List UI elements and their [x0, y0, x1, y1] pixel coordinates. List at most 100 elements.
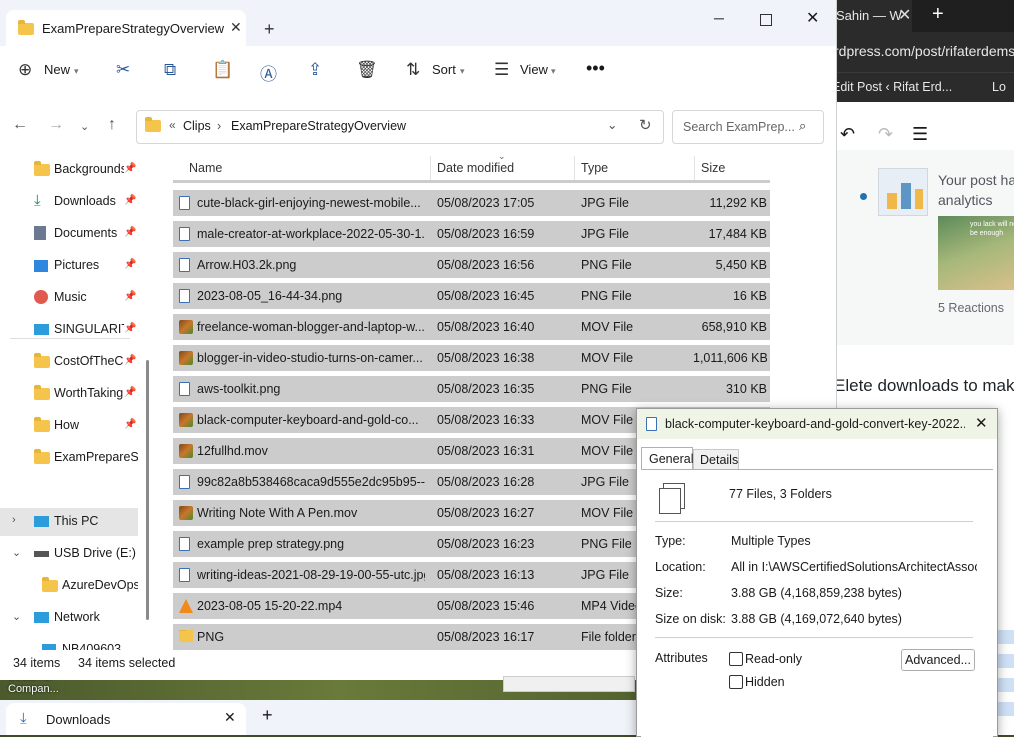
- cut-icon[interactable]: ✂: [116, 60, 130, 80]
- column-header-date[interactable]: Date modified: [437, 161, 514, 175]
- redo-icon[interactable]: ↷: [878, 124, 893, 145]
- recent-locations-icon[interactable]: ⌄: [80, 120, 89, 133]
- breadcrumb-current-folder[interactable]: ExamPrepareStrategyOverview: [231, 119, 406, 133]
- file-type: JPG File: [581, 475, 629, 489]
- tab-exam-prepare[interactable]: ExamPrepareStrategyOverview ✕: [6, 10, 246, 46]
- sidebar-item-backgrounds[interactable]: Backgrounds 📌: [0, 156, 138, 184]
- copy-icon[interactable]: ⧉: [164, 60, 176, 80]
- pin-icon[interactable]: 📌: [124, 387, 136, 398]
- table-row[interactable]: 2023-08-05_16-44-34.png 05/08/2023 16:45 P…: [173, 283, 770, 309]
- breadcrumb-overflow[interactable]: «: [169, 118, 176, 132]
- readonly-checkbox[interactable]: [729, 652, 743, 666]
- back-icon[interactable]: ←: [12, 116, 28, 134]
- sidebar-item-music[interactable]: Music 📌: [0, 284, 138, 312]
- search-input[interactable]: Search ExamPrep... ⌕: [672, 110, 824, 144]
- pin-icon[interactable]: 📌: [124, 291, 136, 302]
- advanced-button[interactable]: Advanced...: [901, 649, 975, 671]
- pin-icon[interactable]: 📌: [124, 323, 136, 334]
- rename-icon[interactable]: Ⓐ: [260, 60, 277, 85]
- sidebar-item-costoftheco[interactable]: CostOfTheCo 📌: [0, 348, 138, 376]
- sidebar-item-how[interactable]: How 📌: [0, 412, 138, 440]
- chevron-down-icon[interactable]: ⌄: [12, 546, 21, 559]
- table-row[interactable]: cute-black-girl-enjoying-newest-mobile..…: [173, 190, 770, 216]
- minimize-button[interactable]: ─: [714, 10, 724, 26]
- close-icon[interactable]: ✕: [230, 19, 242, 36]
- hidden-label[interactable]: Hidden: [745, 675, 785, 689]
- sort-button[interactable]: Sort: [432, 62, 456, 77]
- table-row[interactable]: male-creator-at-workplace-2022-05-30-1..…: [173, 221, 770, 247]
- file-name: 2023-08-05_16-44-34.png: [197, 289, 343, 303]
- column-header-size[interactable]: Size: [701, 161, 725, 175]
- table-row[interactable]: blogger-in-video-studio-turns-on-camer..…: [173, 345, 770, 371]
- column-divider[interactable]: [430, 156, 431, 182]
- pin-icon[interactable]: 📌: [124, 419, 136, 430]
- horizontal-scrollbar[interactable]: [503, 676, 635, 692]
- table-row[interactable]: aws-toolkit.png 05/08/2023 16:35 PNG File 3…: [173, 376, 770, 402]
- sidebar-item-singularity[interactable]: SINGULARITY📌: [0, 316, 138, 344]
- sidebar-item-documents[interactable]: Documents 📌: [0, 220, 138, 248]
- reactions-count[interactable]: 5 Reactions: [938, 301, 1004, 315]
- window-close-button[interactable]: ✕: [806, 8, 819, 28]
- sidebar-item-downloads[interactable]: ⤓ Downloads 📌: [0, 188, 138, 216]
- tab-details[interactable]: Details: [693, 449, 739, 471]
- share-icon[interactable]: ⇪: [308, 60, 322, 80]
- forward-icon[interactable]: →: [48, 116, 64, 134]
- table-row[interactable]: Arrow.H03.2k.png 05/08/2023 16:56 PNG File…: [173, 252, 770, 278]
- new-tab-button[interactable]: +: [264, 19, 275, 40]
- notification-text[interactable]: Your post ha analytics: [938, 170, 1014, 210]
- sidebar-item-usb-drive[interactable]: ⌄ USB Drive (E:): [0, 540, 138, 568]
- breadcrumb-clips[interactable]: Clips: [183, 119, 211, 133]
- pin-icon[interactable]: 📌: [124, 227, 136, 238]
- browser-address-bar[interactable]: rdpress.com/post/rifaterdems: [820, 32, 1014, 72]
- address-bar[interactable]: « Clips › ExamPrepareStrategyOverview ⌄ …: [136, 110, 664, 144]
- nav-scrollbar[interactable]: [146, 360, 149, 620]
- pin-icon[interactable]: 📌: [124, 355, 136, 366]
- chevron-down-icon[interactable]: ⌄: [12, 610, 21, 623]
- sidebar-item-pictures[interactable]: Pictures 📌: [0, 252, 138, 280]
- view-button[interactable]: View: [520, 62, 548, 77]
- new-tab-button[interactable]: +: [262, 705, 273, 726]
- chevron-right-icon[interactable]: ›: [217, 119, 221, 133]
- column-divider[interactable]: [574, 156, 575, 182]
- file-icon: [179, 537, 193, 551]
- close-icon[interactable]: ✕: [975, 414, 988, 432]
- pin-icon[interactable]: 📌: [124, 259, 136, 270]
- up-icon[interactable]: ↑: [108, 116, 116, 134]
- sidebar-item-azuredevops[interactable]: AzureDevOpsS: [0, 572, 138, 600]
- hidden-checkbox[interactable]: [729, 675, 743, 689]
- file-name: Writing Note With A Pen.mov: [197, 506, 358, 520]
- tab-general[interactable]: General: [641, 447, 693, 470]
- new-tab-button[interactable]: +: [932, 3, 944, 26]
- paste-icon[interactable]: 📋: [212, 60, 233, 80]
- chevron-down-icon[interactable]: ⌄: [607, 117, 617, 132]
- tab-downloads[interactable]: ⤓ Downloads ✕: [6, 703, 246, 735]
- file-size: 310 KB: [725, 382, 767, 396]
- bookmark-edit-post[interactable]: Edit Post ‹ Rifat Erd...: [832, 80, 952, 94]
- close-icon[interactable]: ✕: [898, 5, 911, 25]
- close-icon[interactable]: ✕: [224, 709, 236, 726]
- search-icon[interactable]: ⌕: [799, 118, 806, 134]
- maximize-button[interactable]: [760, 14, 772, 26]
- sidebar-item-network[interactable]: ⌄ Network: [0, 604, 138, 632]
- sidebar-item-worthtaking[interactable]: WorthTaking 📌: [0, 380, 138, 408]
- more-options-icon[interactable]: •••: [586, 58, 605, 79]
- pin-icon[interactable]: 📌: [124, 163, 136, 174]
- browser-url[interactable]: rdpress.com/post/rifaterdems: [834, 43, 1014, 59]
- sidebar-item-examprepare[interactable]: ExamPrepareStr: [0, 444, 138, 472]
- pin-icon[interactable]: 📌: [124, 195, 136, 206]
- column-divider[interactable]: [694, 156, 695, 182]
- new-button[interactable]: New: [44, 62, 70, 77]
- sidebar-item-nb409603[interactable]: NB409603: [0, 636, 138, 650]
- refresh-icon[interactable]: ↻: [639, 116, 652, 134]
- undo-icon[interactable]: ↶: [840, 124, 855, 145]
- table-row[interactable]: freelance-woman-blogger-and-laptop-w... 0…: [173, 314, 770, 340]
- column-header-name[interactable]: Name: [189, 161, 222, 175]
- list-view-icon[interactable]: ☰: [912, 124, 928, 145]
- delete-icon[interactable]: 🗑: [356, 60, 378, 80]
- sidebar-item-this-pc[interactable]: › This PC: [0, 508, 138, 536]
- bookmark-lo[interactable]: Lo: [992, 80, 1006, 94]
- column-header-type[interactable]: Type: [581, 161, 608, 175]
- chevron-right-icon[interactable]: ›: [12, 514, 16, 526]
- file-size: 17,484 KB: [708, 227, 767, 241]
- readonly-label[interactable]: Read-only: [745, 652, 802, 666]
